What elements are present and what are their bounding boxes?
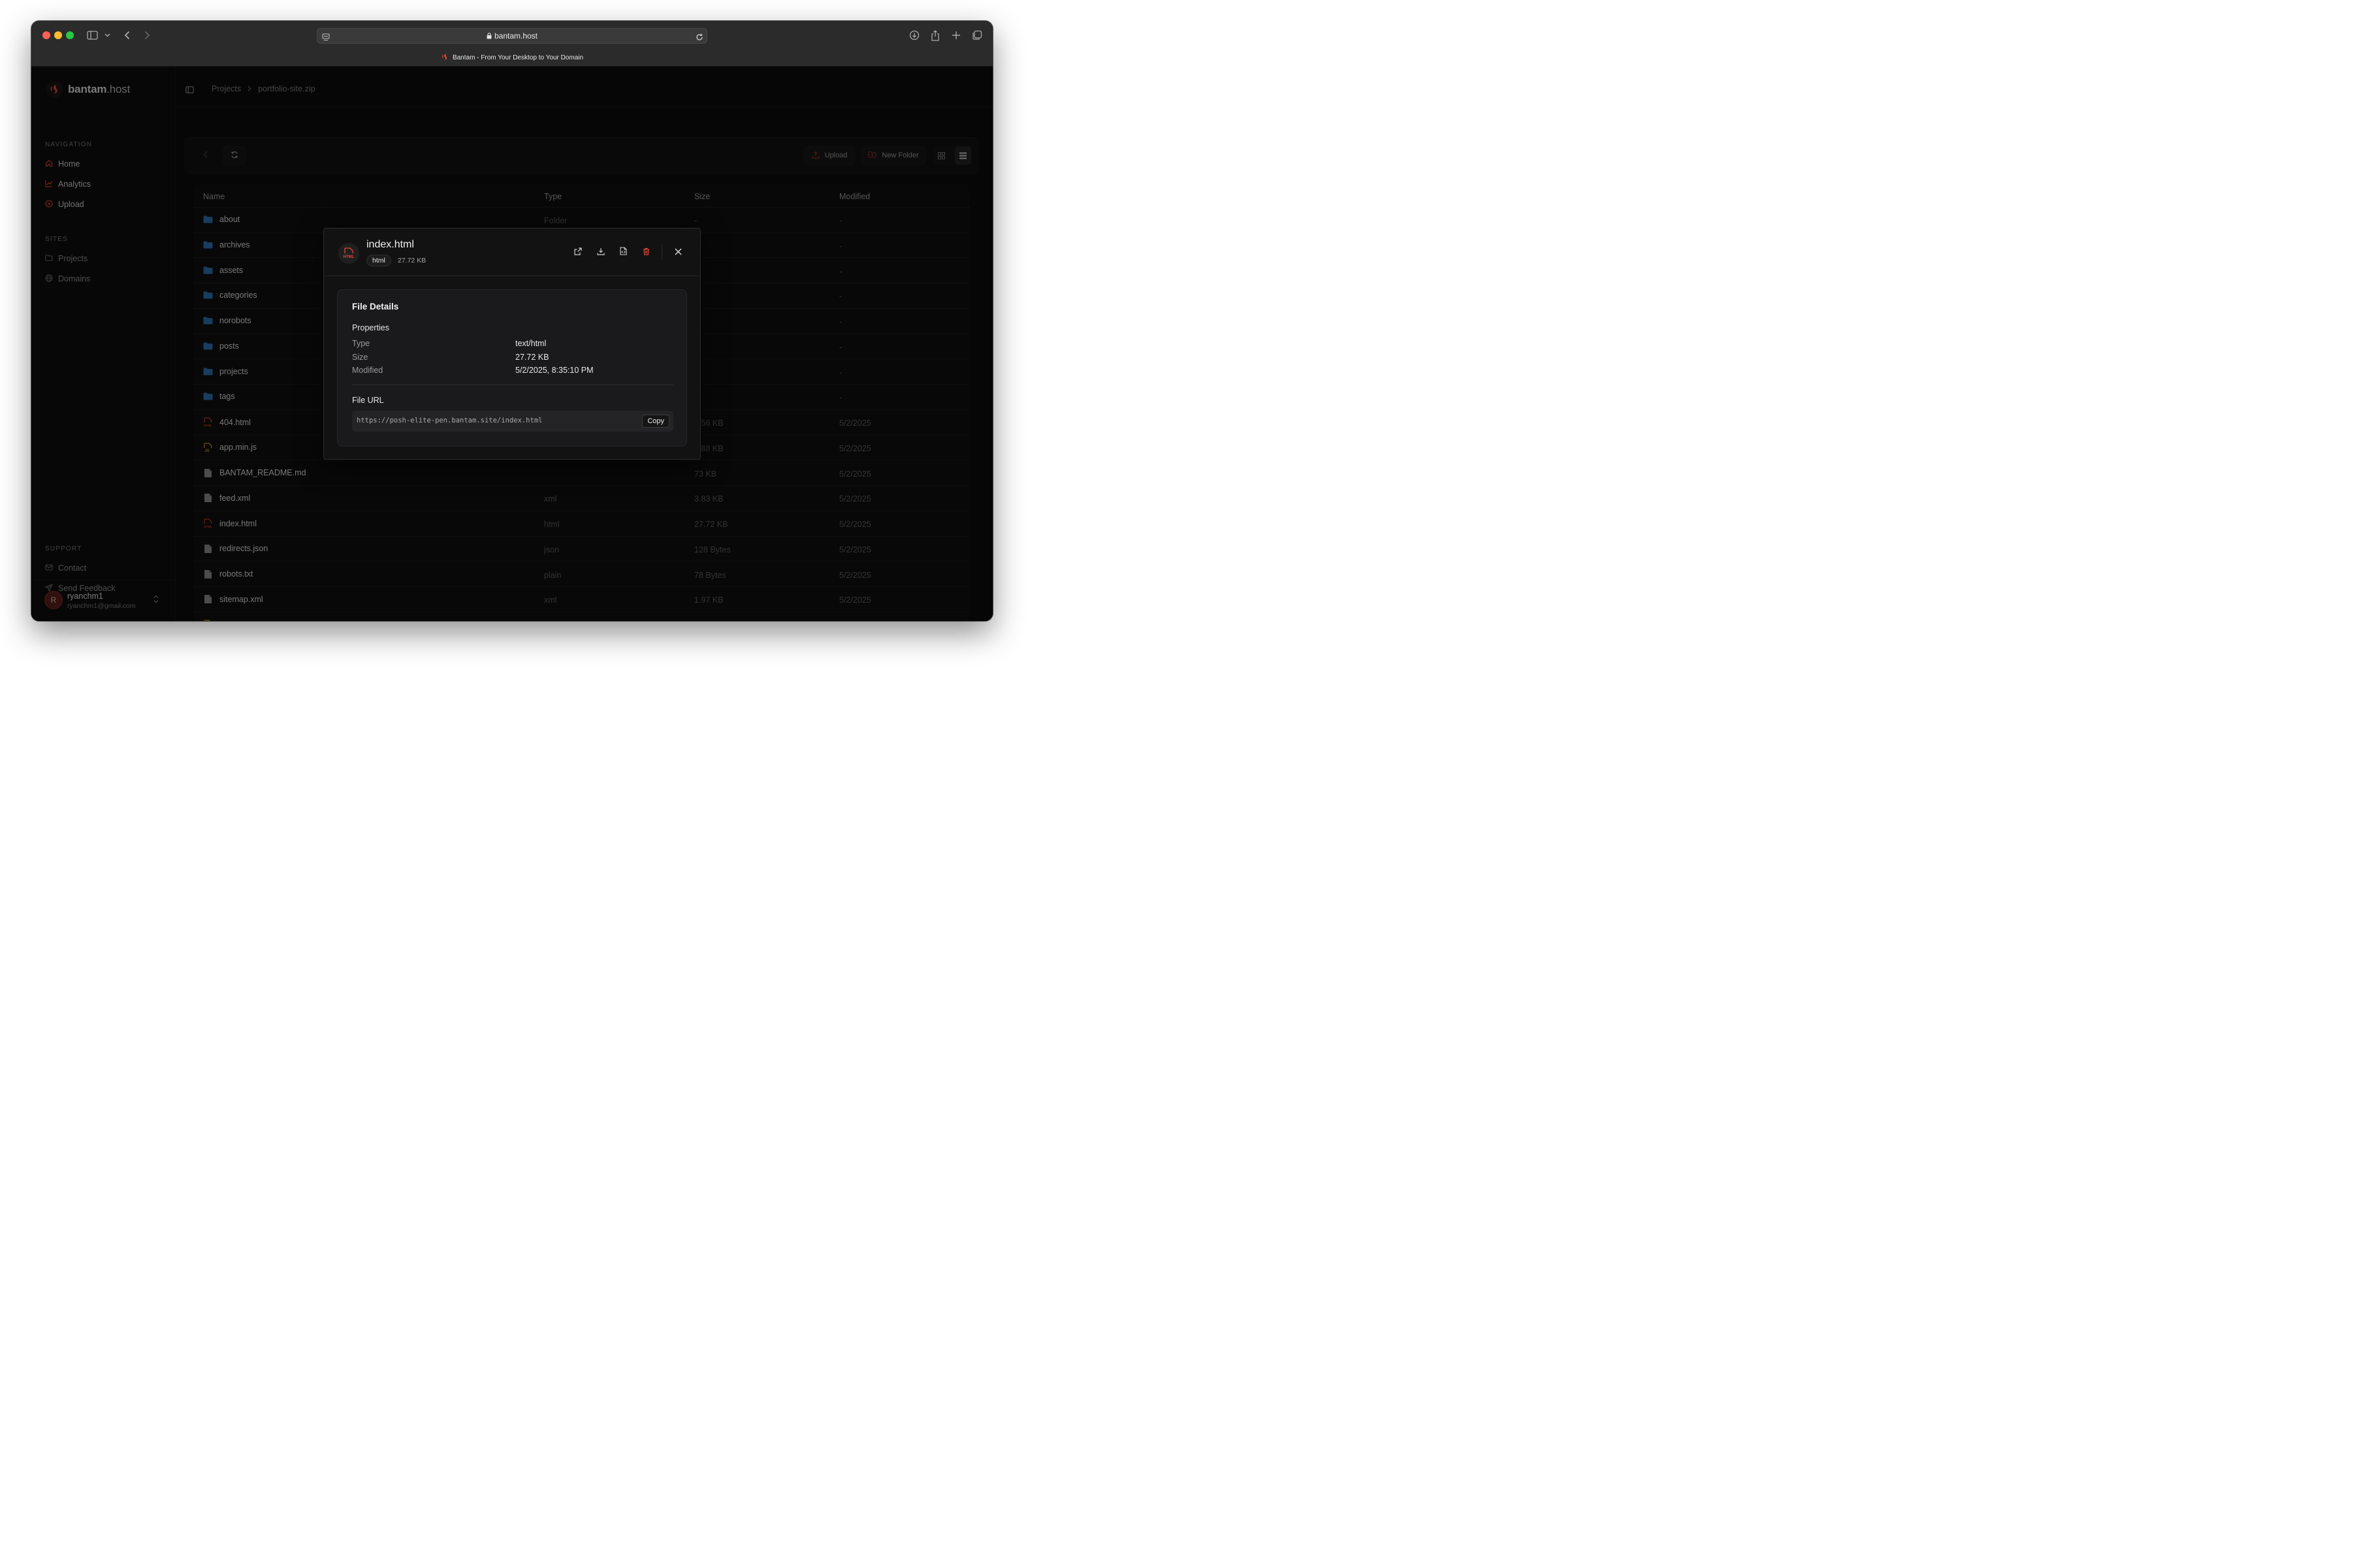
file-url-field[interactable]: https://posh-elite-pen.bantam.site/index… xyxy=(352,411,673,432)
close-modal-button[interactable] xyxy=(671,246,684,259)
chevron-down-icon[interactable] xyxy=(103,29,111,42)
back-icon[interactable] xyxy=(122,29,131,42)
property-label-modified: Modified xyxy=(352,366,383,375)
bantam-logo-icon xyxy=(441,53,449,63)
share-icon[interactable] xyxy=(929,29,942,42)
property-value-type: text/html xyxy=(515,339,547,348)
property-label-size: Size xyxy=(352,353,368,362)
forward-icon[interactable] xyxy=(142,29,152,42)
url-display: bantam.host xyxy=(317,31,707,41)
property-value-modified: 5/2/2025, 8:35:10 PM xyxy=(515,366,594,375)
download-button[interactable] xyxy=(594,246,607,259)
trash-icon xyxy=(643,247,650,259)
property-label-type: Type xyxy=(352,339,370,348)
property-value-size: 27.72 KB xyxy=(515,353,549,362)
file-url-value: https://posh-elite-pen.bantam.site/index… xyxy=(357,417,543,424)
address-bar[interactable]: bantam.host xyxy=(317,28,707,44)
open-external-button[interactable] xyxy=(571,246,585,259)
file-details-title: File Details xyxy=(352,302,399,311)
html-file-icon: HTML xyxy=(338,243,359,264)
tab-overview-icon[interactable] xyxy=(971,29,984,42)
close-icon xyxy=(675,247,682,259)
tab-title-text: Bantam - From Your Desktop to Your Domai… xyxy=(452,54,584,61)
minimize-window-button[interactable] xyxy=(54,31,62,39)
file-code-icon xyxy=(619,247,627,259)
modal-file-name: index.html xyxy=(366,239,414,250)
browser-window: bantam.host Bantam - From Your Desktop t… xyxy=(31,21,993,621)
file-size: 27.72 KB xyxy=(398,257,426,264)
lock-icon xyxy=(487,32,492,41)
url-text: bantam.host xyxy=(494,31,538,40)
file-preview-modal: HTML index.html html 27.72 KB File Detai… xyxy=(323,228,701,460)
download-icon xyxy=(597,247,605,259)
file-extension-badge: html xyxy=(366,255,391,266)
delete-button[interactable] xyxy=(639,246,652,259)
browser-chrome: bantam.host Bantam - From Your Desktop t… xyxy=(31,21,993,67)
reload-icon[interactable] xyxy=(695,31,704,44)
copy-url-button[interactable]: Copy xyxy=(642,415,669,428)
downloads-icon[interactable] xyxy=(908,29,921,42)
file-url-title: File URL xyxy=(352,396,384,405)
sidebar-toggle-icon[interactable] xyxy=(86,29,98,42)
modal-header: HTML index.html html 27.72 KB xyxy=(324,229,700,276)
properties-title: Properties xyxy=(352,323,389,332)
close-window-button[interactable] xyxy=(42,31,50,39)
svg-text:HTML: HTML xyxy=(344,255,355,259)
new-tab-icon[interactable] xyxy=(950,29,963,42)
view-source-button[interactable] xyxy=(617,246,630,259)
tab-title[interactable]: Bantam - From Your Desktop to Your Domai… xyxy=(31,53,993,63)
zoom-window-button[interactable] xyxy=(66,31,74,39)
external-link-icon xyxy=(574,247,582,259)
file-details-card: File Details Properties Type text/html S… xyxy=(337,289,687,447)
